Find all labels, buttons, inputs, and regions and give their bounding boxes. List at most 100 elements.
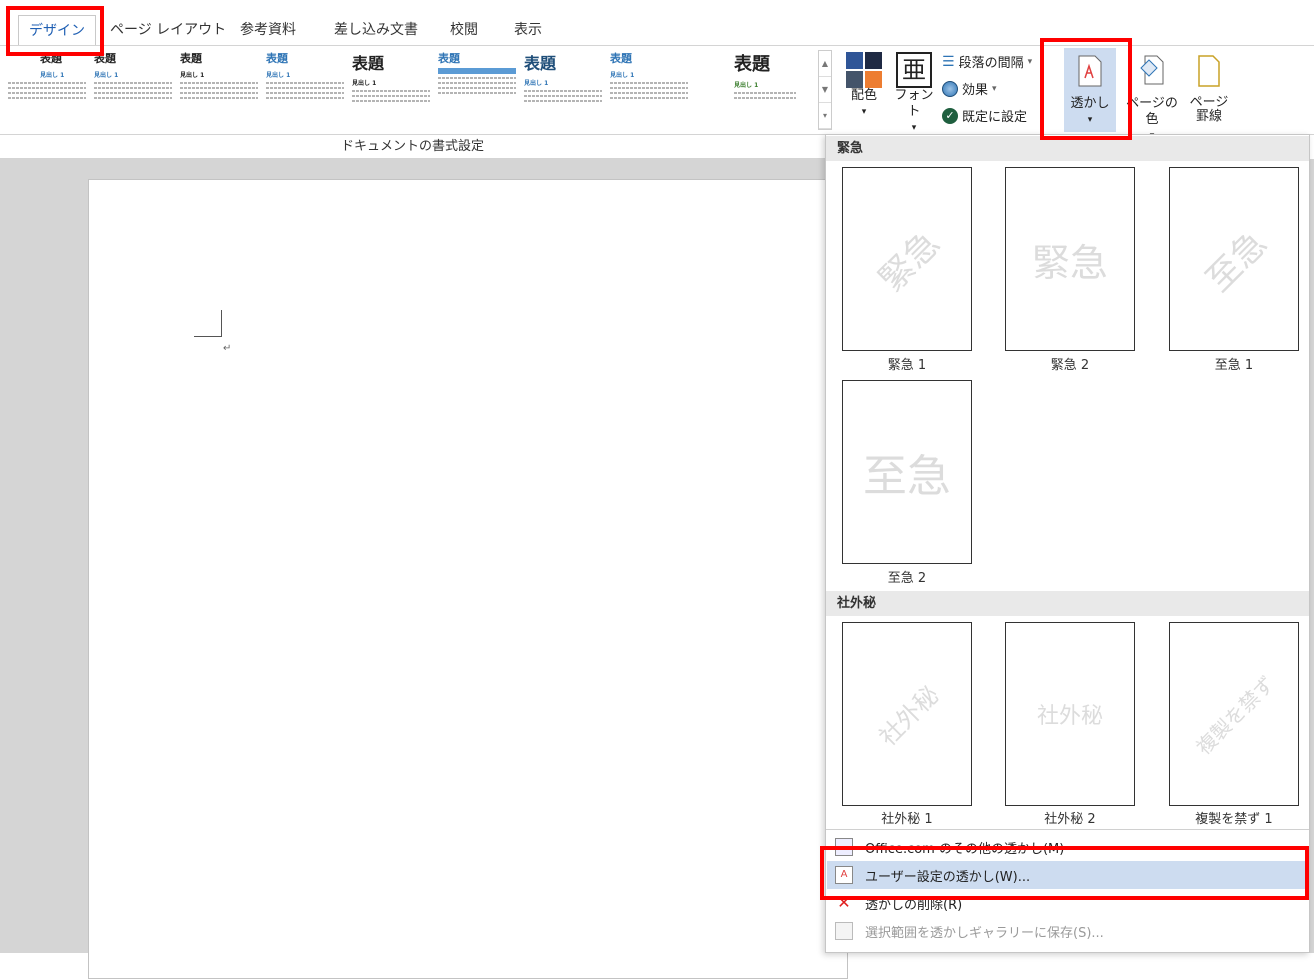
tab-review[interactable]: 校閲 <box>450 18 478 42</box>
menu-item-label: 選択範囲を透かしギャラリーに保存(S)... <box>865 925 1104 941</box>
paragraph-spacing-icon: ☰ <box>942 53 955 70</box>
thumb-heading: 見出し 1 <box>180 72 205 79</box>
watermark-icon <box>1078 55 1102 87</box>
style-set-thumbnail[interactable]: 表題 <box>438 50 516 124</box>
page-color-label: ページの色 <box>1126 96 1178 127</box>
thumb-title: 表題 <box>734 54 770 75</box>
chevron-down-icon: ▾ <box>861 107 867 117</box>
thumb-heading: 見出し 1 <box>352 80 377 87</box>
style-set-thumbnail[interactable]: 表題 見出し 1 <box>352 50 430 124</box>
gallery-more-icon[interactable]: ▾ <box>819 103 831 129</box>
office-com-icon <box>835 838 853 856</box>
thumb-title: 表題 <box>180 52 202 65</box>
thumb-heading: 見出し 1 <box>524 80 549 87</box>
page-borders-button[interactable]: ページ 罫線 <box>1186 48 1232 124</box>
watermark-label: 複製を禁ず 1 <box>1195 812 1273 827</box>
font-glyph-icon: 亜 <box>896 52 932 88</box>
tab-design[interactable]: デザイン <box>18 15 96 46</box>
watermark-label: 至急 2 <box>887 571 927 586</box>
margin-corner-mark <box>194 336 221 337</box>
section-header-urgent: 緊急 <box>826 136 1309 161</box>
thumb-heading: 見出し 1 <box>610 72 635 79</box>
style-set-gallery: 表題 見出し 1 表題 見出し 1 表題 見出し 1 表題 見出し 1 表題 見… <box>8 46 816 132</box>
watermark-label: 緊急 2 <box>1050 358 1090 373</box>
set-default-button[interactable]: ✓ 既定に設定 <box>942 106 1027 125</box>
save-to-gallery-icon <box>835 922 853 940</box>
watermark-preview-text: 緊急 <box>871 223 948 300</box>
custom-watermark-item[interactable]: A ユーザー設定の透かし(W)... <box>827 861 1308 889</box>
paragraph-spacing-label: 段落の間隔 <box>958 56 1024 71</box>
remove-watermark-item[interactable]: ✕ 透かしの削除(R) <box>827 889 1308 917</box>
chevron-down-icon: ▾ <box>1027 56 1033 67</box>
tab-page-layout[interactable]: ページ レイアウト <box>110 18 226 42</box>
watermark-immediate-2[interactable]: 至急 <box>842 380 972 564</box>
fonts-button[interactable]: 亜 フォント ▾ <box>892 52 936 136</box>
watermark-confidential-1[interactable]: 社外秘 <box>842 622 972 806</box>
watermark-urgent-1[interactable]: 緊急 <box>842 167 972 351</box>
paint-bucket-icon <box>1140 55 1164 85</box>
watermark-label: 至急 1 <box>1214 358 1254 373</box>
paragraph-spacing-button[interactable]: ☰ 段落の間隔 ▾ <box>942 52 1033 72</box>
margin-corner-mark <box>221 310 222 337</box>
tab-references[interactable]: 参考資料 <box>240 18 296 42</box>
thumb-title: 表題 <box>94 52 116 65</box>
watermark-preview-text: 社外秘 <box>873 680 945 752</box>
tab-view[interactable]: 表示 <box>514 18 542 42</box>
style-set-thumbnail[interactable]: 表題 見出し 1 <box>94 50 172 124</box>
watermark-do-not-copy-1[interactable]: 複製を禁ず <box>1169 622 1299 806</box>
style-set-thumbnail[interactable]: 表題 見出し 1 <box>180 50 258 124</box>
watermark-urgent-2[interactable]: 緊急 <box>1005 167 1135 351</box>
colors-button[interactable]: 配色 ▾ <box>842 52 886 120</box>
watermark-preview-text: 複製を禁ず <box>1191 671 1279 759</box>
watermark-label: 社外秘 1 <box>881 812 933 827</box>
watermark-preview-text: 緊急 <box>1031 240 1108 285</box>
watermark-preview-text: 至急 <box>1198 223 1275 300</box>
chevron-down-icon: ▾ <box>992 83 997 94</box>
effects-label: 効果 <box>962 83 989 98</box>
color-palette-icon <box>846 52 882 88</box>
watermark-confidential-2[interactable]: 社外秘 <box>1005 622 1135 806</box>
watermark-label: 緊急 1 <box>887 358 927 373</box>
ribbon: 表題 見出し 1 表題 見出し 1 表題 見出し 1 表題 見出し 1 表題 見… <box>0 45 1314 141</box>
ribbon-tab-bar: デザイン ページ レイアウト 参考資料 差し込み文書 校閲 表示 <box>0 0 1314 46</box>
thumb-title: 表題 <box>610 52 632 65</box>
watermark-button[interactable]: 透かし ▾ <box>1064 48 1116 132</box>
thumb-heading: 見出し 1 <box>734 82 759 89</box>
thumb-title: 表題 <box>438 52 460 65</box>
style-set-thumbnail[interactable]: 表題 見出し 1 <box>266 50 344 124</box>
menu-divider <box>826 829 1309 830</box>
section-header-confidential: 社外秘 <box>826 591 1309 616</box>
thumb-title: 表題 <box>524 54 557 73</box>
effects-icon <box>942 80 958 97</box>
watermark-immediate-1[interactable]: 至急 <box>1169 167 1299 351</box>
style-set-thumbnail[interactable]: 表題 見出し 1 <box>696 50 796 124</box>
thumb-heading: 見出し 1 <box>94 72 119 79</box>
gallery-scroll-up-icon[interactable]: ▲ <box>819 51 831 77</box>
colors-label: 配色 <box>850 88 877 103</box>
custom-watermark-icon: A <box>835 866 853 884</box>
thumb-heading: 見出し 1 <box>266 72 291 79</box>
menu-item-label: ユーザー設定の透かし(W)... <box>865 869 1031 885</box>
style-set-thumbnail[interactable]: 表題 見出し 1 <box>610 50 688 124</box>
watermark-label: 透かし <box>1070 96 1110 111</box>
thumb-title: 表題 <box>266 52 288 65</box>
document-page[interactable]: ↵ <box>88 179 848 979</box>
thumb-heading: 見出し 1 <box>40 72 65 79</box>
checkmark-icon: ✓ <box>942 107 958 124</box>
style-set-thumbnail[interactable]: 表題 見出し 1 <box>8 50 86 124</box>
menu-item-label: Office.com のその他の透かし(M) <box>865 841 1065 857</box>
page-border-icon <box>1198 55 1220 87</box>
save-selection-to-gallery-item[interactable]: 選択範囲を透かしギャラリーに保存(S)... <box>827 917 1308 945</box>
style-set-thumbnail[interactable]: 表題 見出し 1 <box>524 50 602 124</box>
tab-mailings[interactable]: 差し込み文書 <box>334 18 418 42</box>
page-color-button[interactable]: ページの色 ▾ <box>1120 48 1184 144</box>
chevron-down-icon: ▾ <box>1087 115 1093 125</box>
watermark-preview-text: 至急 <box>863 451 951 502</box>
gallery-scroll[interactable]: ▲ ▼ ▾ <box>818 50 832 130</box>
more-watermarks-office-com[interactable]: Office.com のその他の透かし(M) <box>827 833 1308 861</box>
effects-button[interactable]: 効果 ▾ <box>942 79 997 98</box>
fonts-label: フォント <box>894 88 934 119</box>
watermark-preview-text: 社外秘 <box>1036 704 1103 729</box>
document-formatting-group-label: ドキュメントの書式設定 <box>0 135 825 159</box>
gallery-scroll-down-icon[interactable]: ▼ <box>819 77 831 103</box>
